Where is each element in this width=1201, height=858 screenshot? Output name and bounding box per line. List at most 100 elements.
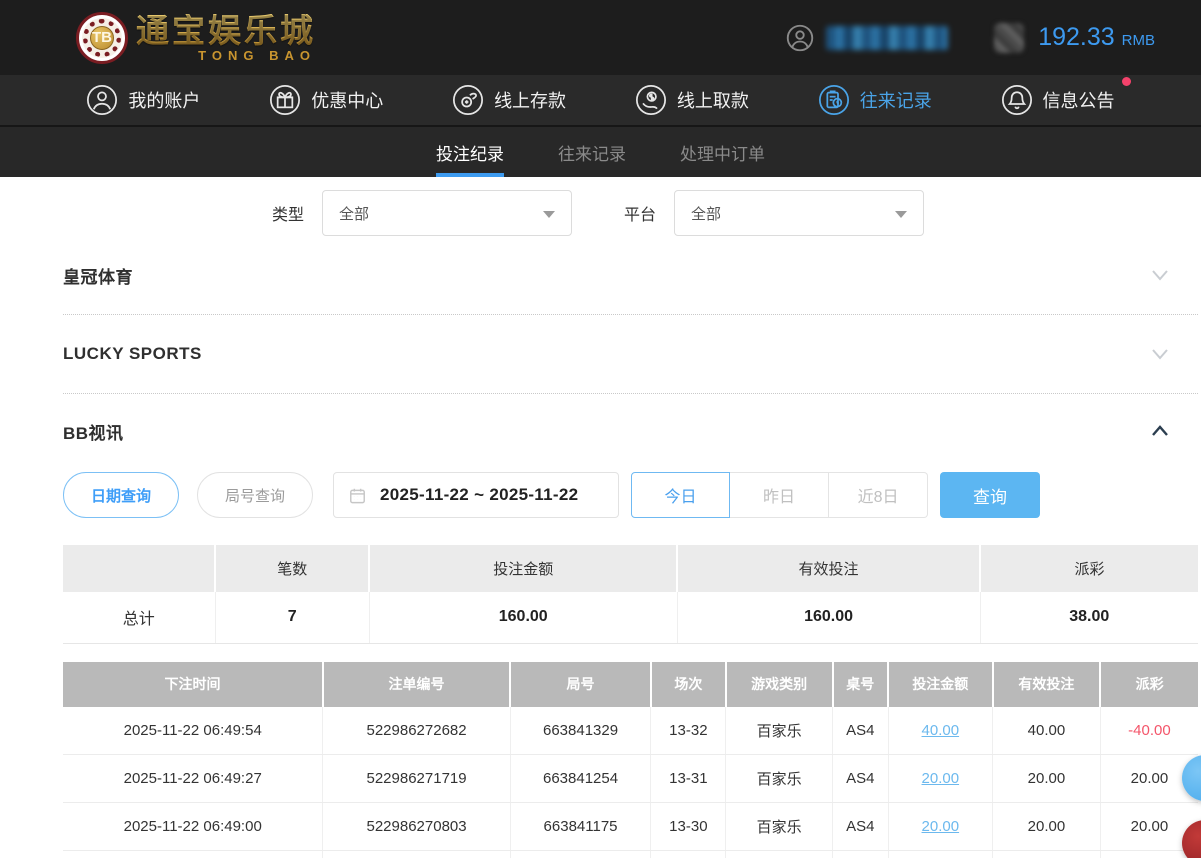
balance-amount: 192.33 — [1038, 23, 1114, 52]
cell-order-number: 522986270803 — [323, 803, 510, 851]
cell-table-number: AS4 — [833, 755, 889, 803]
summary-header-blank — [63, 545, 215, 592]
user-circle-icon — [86, 84, 118, 116]
header-bet-time: 下注时间 — [63, 662, 323, 707]
calendar-icon — [348, 486, 367, 505]
cell-table-number: AS4 — [833, 803, 889, 851]
tab-pending-orders[interactable]: 处理中订单 — [678, 127, 767, 177]
nav-deposit[interactable]: 线上存款 — [452, 84, 566, 116]
cell-bet-amount-link[interactable]: 20.00 — [888, 755, 992, 803]
header-payout: 派彩 — [1100, 662, 1198, 707]
platform-select[interactable]: 全部 — [674, 190, 924, 236]
today-button[interactable]: 今日 — [631, 472, 730, 518]
cell-valid-bet: 20.00 — [993, 755, 1101, 803]
site-logo[interactable]: TB 通宝娱乐城 TONG BAO — [76, 12, 316, 64]
cell-bet-time: 2025-11-22 06:49:54 — [63, 707, 323, 755]
site-title: 通宝娱乐城 — [136, 14, 316, 47]
cell-game-type: 百家乐 — [726, 803, 833, 851]
chevron-down-icon — [1148, 342, 1172, 366]
cell-game-type: 百家乐 — [726, 755, 833, 803]
section-crown-sports[interactable]: 皇冠体育 — [63, 236, 1198, 315]
bet-table-body: 2025-11-22 06:49:54 522986272682 6638413… — [63, 707, 1198, 851]
cell-game-type: 百家乐 — [726, 707, 833, 755]
nav-my-account[interactable]: 我的账户 — [86, 84, 200, 116]
user-avatar-icon[interactable] — [786, 24, 814, 52]
cell-session: 13-32 — [651, 707, 726, 755]
nav-promotions[interactable]: 优惠中心 — [269, 84, 383, 116]
summary-header-payout: 派彩 — [980, 545, 1198, 592]
date-range-value: 2025-11-22 ~ 2025-11-22 — [380, 485, 578, 505]
caret-down-icon — [543, 211, 555, 218]
header-session: 场次 — [651, 662, 726, 707]
date-query-button[interactable]: 日期查询 — [63, 472, 179, 518]
poker-chip-icon: TB — [76, 12, 128, 64]
summary-header-count: 笔数 — [215, 545, 369, 592]
nav-announcements[interactable]: 信息公告 — [1001, 84, 1115, 116]
cell-order-number: 522986272682 — [323, 707, 510, 755]
type-filter-label: 类型 — [272, 201, 304, 225]
main-navigation: 我的账户 优惠中心 线上存款 线上取款 往来记录 信息公告 — [0, 75, 1201, 127]
nav-transaction-records[interactable]: 往来记录 — [818, 84, 932, 116]
cell-bet-amount-link[interactable]: 40.00 — [888, 707, 992, 755]
table-row: 2025-11-22 06:49:27 522986271719 6638412… — [63, 755, 1198, 803]
summary-header-row: 笔数 投注金额 有效投注 派彩 — [63, 545, 1198, 592]
header-table-number: 桌号 — [833, 662, 889, 707]
section-lucky-sports[interactable]: LUCKY SPORTS — [63, 315, 1198, 394]
cell-valid-bet: 20.00 — [993, 803, 1101, 851]
bet-table-header-row: 下注时间 注单编号 局号 场次 游戏类别 桌号 投注金额 有效投注 派彩 — [63, 662, 1198, 707]
notification-dot — [1122, 77, 1131, 86]
summary-total-row: 总计 7 160.00 160.00 38.00 — [63, 592, 1198, 643]
cell-session: 13-30 — [651, 803, 726, 851]
caret-down-icon — [895, 211, 907, 218]
cell-bet-time: 2025-11-22 06:49:00 — [63, 803, 323, 851]
bet-records-table: 下注时间 注单编号 局号 场次 游戏类别 桌号 投注金额 有效投注 派彩 202… — [63, 662, 1198, 858]
cell-session: 13-31 — [651, 755, 726, 803]
table-row: 2025-11-22 06:49:00 522986270803 6638411… — [63, 803, 1198, 851]
chip-monogram: TB — [90, 26, 114, 50]
summary-total-count: 7 — [215, 592, 369, 643]
balance[interactable]: 192.33 RMB — [1038, 23, 1155, 52]
tab-bet-records[interactable]: 投注纪录 — [434, 127, 506, 177]
section-bb-live[interactable]: BB视讯 — [63, 394, 1198, 468]
platform-filter-label: 平台 — [624, 201, 656, 225]
header-order-number: 注单编号 — [323, 662, 510, 707]
yesterday-button[interactable]: 昨日 — [730, 472, 829, 518]
summary-table: 笔数 投注金额 有效投注 派彩 总计 7 160.00 160.00 38.00 — [63, 545, 1198, 644]
cell-bet-time: 2025-11-22 06:49:27 — [63, 755, 323, 803]
records-clipboard-clock-icon — [818, 84, 850, 116]
top-bar: TB 通宝娱乐城 TONG BAO 192.33 RMB — [0, 0, 1201, 75]
site-subtitle: TONG BAO — [136, 49, 316, 62]
username-censored — [826, 26, 948, 50]
query-controls: 日期查询 局号查询 2025-11-22 ~ 2025-11-22 今日 昨日 … — [63, 472, 1198, 518]
tab-transaction-records[interactable]: 往来记录 — [556, 127, 628, 177]
gift-icon — [269, 84, 301, 116]
summary-total-valid-bet: 160.00 — [677, 592, 980, 643]
table-row: 2025-11-22 06:49:54 522986272682 6638413… — [63, 707, 1198, 755]
account-summary: 192.33 RMB — [786, 23, 1155, 53]
cell-bet-amount-link[interactable]: 20.00 — [888, 803, 992, 851]
last-8-days-button[interactable]: 近8日 — [829, 472, 928, 518]
header-bet-amount: 投注金额 — [888, 662, 992, 707]
balance-currency: RMB — [1122, 32, 1155, 49]
chevron-up-icon — [1148, 419, 1172, 443]
main-content: 类型 全部 平台 全部 皇冠体育 LUCKY SPORTS — [0, 177, 1201, 858]
quick-range-group: 今日 昨日 近8日 — [631, 472, 928, 518]
deposit-hand-coin-icon — [452, 84, 484, 116]
bell-icon — [1001, 84, 1033, 116]
cell-valid-bet: 40.00 — [993, 707, 1101, 755]
record-subtabs: 投注纪录 往来记录 处理中订单 — [0, 127, 1201, 177]
cell-order-number: 522986271719 — [323, 755, 510, 803]
header-round-number: 局号 — [510, 662, 651, 707]
filter-row: 类型 全部 平台 全部 — [272, 190, 1198, 236]
cell-round-number: 663841329 — [510, 707, 651, 755]
nav-withdraw[interactable]: 线上取款 — [635, 84, 749, 116]
round-query-button[interactable]: 局号查询 — [197, 472, 313, 518]
currency-censored-icon — [994, 23, 1024, 53]
cell-round-number: 663841175 — [510, 803, 651, 851]
search-button[interactable]: 查询 — [940, 472, 1040, 518]
type-select[interactable]: 全部 — [322, 190, 572, 236]
summary-total-label: 总计 — [63, 592, 215, 643]
date-range-input[interactable]: 2025-11-22 ~ 2025-11-22 — [333, 472, 619, 518]
withdraw-hand-coin-icon — [635, 84, 667, 116]
chevron-down-icon — [1148, 263, 1172, 287]
